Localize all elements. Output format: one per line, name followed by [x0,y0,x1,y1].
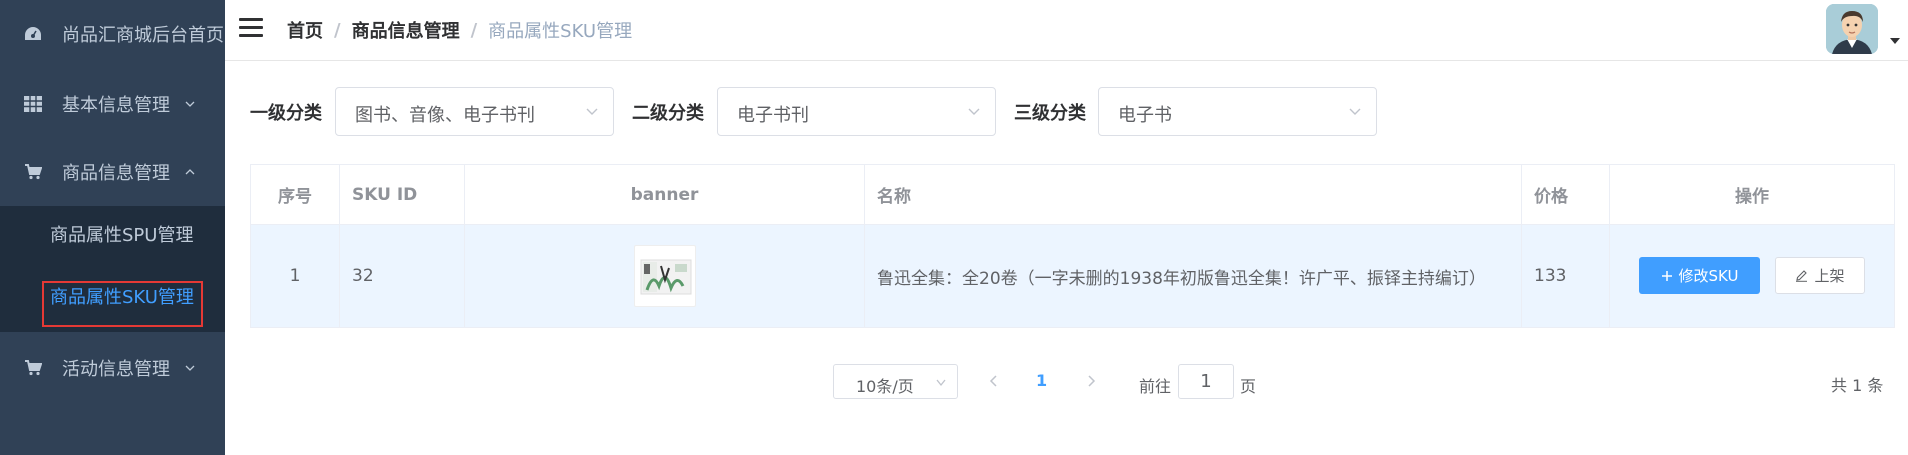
table-row[interactable]: 1 32 鲁迅全集：全20卷（一字未删的1938年初版鲁迅全集！许广平、振铎主持… [251,225,1894,327]
chevron-down-icon [586,108,598,115]
row-name: 鲁迅全集：全20卷（一字未删的1938年初版鲁迅全集！许广平、振铎主持编订） [865,225,1522,327]
total-count: 共 1 条 [1831,376,1884,395]
sidebar: 尚品汇商城后台首页 基本信息管理 商品信息管理 商品属性SPU管理 商品属性SK… [0,0,225,455]
header-price: 价格 [1522,165,1610,224]
edit-sku-label: 修改SKU [1678,267,1739,285]
cart-icon [24,359,42,377]
chevron-down-icon [936,379,946,387]
level1-select[interactable]: 图书、音像、电子书刊 [335,87,614,136]
sidebar-home[interactable]: 尚品汇商城后台首页 [0,0,225,68]
caret-down-icon[interactable] [1890,38,1900,44]
avatar[interactable] [1826,4,1878,54]
sidebar-subitem-label: 商品属性SPU管理 [50,225,194,246]
edit-sku-button[interactable]: 修改SKU [1639,257,1760,294]
header-actions: 操作 [1735,187,1769,207]
list-on-shelf-button[interactable]: 上架 [1775,257,1865,294]
level1-label: 一级分类 [250,103,322,124]
page-number[interactable]: 1 [1036,371,1047,390]
chevron-down-icon [1349,108,1361,115]
sidebar-item-label: 商品信息管理 [62,163,170,184]
breadcrumb: 首页 / 商品信息管理 / 商品属性SKU管理 [287,17,632,43]
plus-icon [1661,270,1673,282]
breadcrumb-home[interactable]: 首页 [287,17,323,43]
page-size-value: 10条/页 [856,377,914,396]
level3-select[interactable]: 电子书 [1098,87,1377,136]
row-actions: 修改SKU 上架 [1610,225,1894,327]
edit-pencil-icon [1795,269,1808,282]
chevron-right-icon[interactable] [1084,372,1098,390]
level2-select[interactable]: 电子书刊 [717,87,996,136]
header-banner: banner [465,165,865,224]
chevron-down-icon [185,365,195,371]
cart-icon [24,163,42,181]
navbar: 首页 / 商品信息管理 / 商品属性SKU管理 [225,0,1908,61]
goto-suffix: 页 [1240,377,1257,396]
table-header: 序号 SKU ID banner 名称 价格 操作 [251,165,1894,225]
sidebar-item-basic-info[interactable]: 基本信息管理 [0,70,225,138]
sku-table: 序号 SKU ID banner 名称 价格 操作 1 32 鲁迅全集：全20卷… [250,164,1895,328]
banner-thumbnail [633,245,696,307]
row-banner [465,225,865,327]
level2-label: 二级分类 [632,103,704,124]
page-size-select[interactable]: 10条/页 [833,364,958,399]
chevron-left-icon[interactable] [987,372,1001,390]
list-on-shelf-label: 上架 [1814,267,1845,285]
goto-page-input[interactable]: 1 [1178,364,1234,399]
product-submenu: 商品属性SPU管理 商品属性SKU管理 [0,206,225,332]
row-index: 1 [251,225,340,327]
sidebar-home-label: 尚品汇商城后台首页 [62,25,224,46]
sidebar-item-activity-info[interactable]: 活动信息管理 [0,334,225,402]
row-sku-id: 32 [340,225,465,327]
table-icon [24,95,42,113]
sidebar-subitem-spu[interactable]: 商品属性SPU管理 [0,206,225,262]
user-avatar-icon [1826,4,1878,54]
chevron-down-icon [968,108,980,115]
sidebar-item-label: 基本信息管理 [62,95,170,116]
row-price: 133 [1522,225,1610,327]
level2-select-value: 电子书刊 [737,105,809,126]
breadcrumb-separator: / [470,19,478,41]
chevron-down-icon [185,101,195,107]
level3-label: 三级分类 [1014,103,1086,124]
header-sku-id: SKU ID [340,165,465,224]
goto-prefix: 前往 [1139,377,1172,396]
header-name: 名称 [865,165,1522,224]
header-index: 序号 [251,165,340,224]
sidebar-item-product-info[interactable]: 商品信息管理 [0,138,225,206]
sidebar-item-label: 活动信息管理 [62,359,170,380]
hamburger-menu-icon[interactable] [239,18,263,38]
level1-select-value: 图书、音像、电子书刊 [355,105,535,126]
breadcrumb-current: 商品属性SKU管理 [488,21,633,42]
dashboard-icon [24,25,42,43]
highlight-box [42,281,203,327]
breadcrumb-separator: / [334,19,341,41]
chevron-up-icon [185,169,195,175]
breadcrumb-product-info: 商品信息管理 [351,21,460,42]
level3-select-value: 电子书 [1118,105,1172,126]
